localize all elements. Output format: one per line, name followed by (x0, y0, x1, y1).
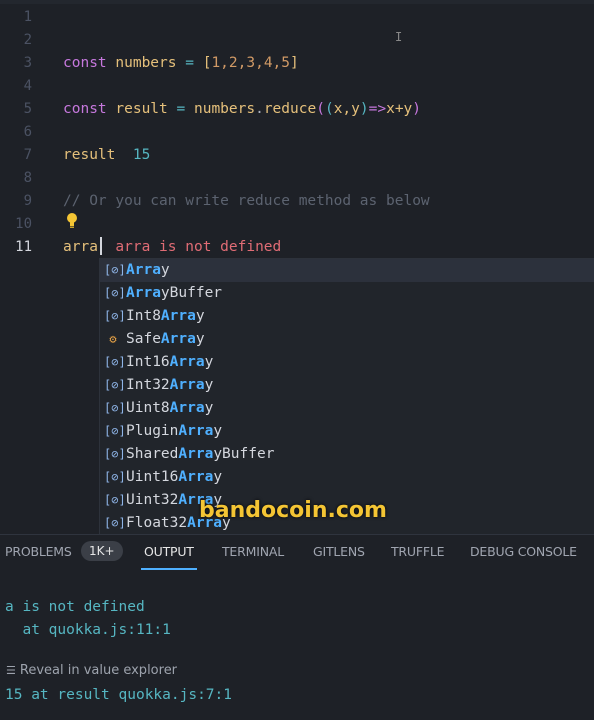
panel-tabs: PROBLEMS 1K+ OUTPUT TERMINAL GITLENS TRU… (0, 535, 594, 571)
variable-icon: [⊘] (104, 355, 126, 369)
tab-truffle[interactable]: TRUFFLE (391, 544, 445, 559)
suggestion-item[interactable]: [⊘]SharedArrayBuffer (100, 443, 594, 466)
variable-icon: [⊘] (104, 309, 126, 323)
line-number: 6 (23, 124, 32, 140)
output-line: at quokka.js:11:1 (5, 622, 171, 638)
variable-icon: [⊘] (104, 401, 126, 415)
suggestion-item[interactable]: [⊘]Int16Array (100, 351, 594, 374)
suggestion-item[interactable]: [⊘]PluginArray (100, 420, 594, 443)
output-line: 15 at result quokka.js:7:1 (5, 687, 233, 703)
paren: ( (324, 101, 334, 117)
method: reduce (263, 101, 317, 117)
suggestion-item[interactable]: [⊘]Int32Array (100, 374, 594, 397)
paren: ) (359, 101, 369, 117)
lightbulb-icon[interactable] (66, 212, 78, 228)
code-line-11[interactable]: arra arra is not defined (63, 237, 281, 257)
paren: ) (412, 101, 422, 117)
code-line-9[interactable]: // Or you can write reduce method as bel… (63, 191, 430, 211)
active-tab-indicator (141, 568, 197, 570)
line-number: 3 (23, 55, 32, 71)
inline-value: 15 (132, 147, 151, 163)
array-literal: 1,2,3,4,5 (211, 55, 291, 71)
suggestion-item[interactable]: ⚙ SafeArray (100, 328, 594, 351)
line-number: 7 (23, 147, 32, 163)
file-location-link[interactable]: quokka.js:7:1 (119, 687, 233, 703)
tab-terminal[interactable]: TERMINAL (222, 544, 284, 559)
text-caret (100, 237, 102, 255)
line-number: 2 (23, 32, 32, 48)
class-icon: ⚙ (109, 332, 117, 346)
identifier: result (115, 101, 168, 117)
inline-error: arra is not defined (115, 239, 282, 255)
variable-icon: [⊘] (104, 516, 126, 530)
identifier: numbers (193, 101, 256, 117)
reveal-in-value-explorer[interactable]: ☰ Reveal in value explorer (6, 663, 177, 678)
line-number: 9 (23, 193, 32, 209)
variable-icon: [⊘] (104, 447, 126, 461)
suggestion-item[interactable]: [⊘]ArrayBuffer (100, 282, 594, 305)
tab-output[interactable]: OUTPUT (144, 544, 194, 559)
tab-debug-console[interactable]: DEBUG CONSOLE (470, 544, 577, 559)
suggestion-item[interactable]: [⊘]Array (100, 259, 594, 282)
autocomplete-widget[interactable]: [⊘]Array [⊘]ArrayBuffer [⊘]Int8Array ⚙ Sa… (99, 258, 594, 534)
suggestion-item[interactable]: [⊘]Uint16Array (100, 466, 594, 489)
tab-gitlens[interactable]: GITLENS (313, 544, 365, 559)
bottom-panel: PROBLEMS 1K+ OUTPUT TERMINAL GITLENS TRU… (0, 534, 594, 720)
variable-icon: [⊘] (104, 424, 126, 438)
suggestion-item[interactable]: [⊘]Int8Array (100, 305, 594, 328)
dot: . (255, 101, 264, 117)
arrow: => (368, 101, 387, 117)
editor-top-border (0, 0, 594, 4)
identifier: result (63, 147, 116, 163)
paren: ( (316, 101, 325, 117)
output-line: a is not defined (5, 599, 145, 615)
line-number: 8 (23, 170, 32, 186)
line-number: 5 (23, 101, 32, 117)
keyword: const (63, 101, 107, 117)
variable-icon: [⊘] (104, 286, 126, 300)
variable-icon: [⊘] (104, 263, 126, 277)
variable-icon: [⊘] (104, 470, 126, 484)
line-number: 4 (23, 78, 32, 94)
mouse-cursor-icon: I (395, 30, 403, 44)
variable-icon: [⊘] (104, 378, 126, 392)
tab-problems[interactable]: PROBLEMS (5, 544, 72, 559)
expression: x+y (386, 101, 413, 117)
params: x,y (333, 101, 360, 117)
line-number: 10 (15, 216, 32, 232)
typed-text: arra (63, 239, 98, 255)
keyword: const (63, 55, 107, 71)
operator: = (176, 55, 203, 71)
line-number-active: 11 (15, 239, 32, 255)
operator: = (167, 101, 194, 117)
code-line-5[interactable]: const result = numbers.reduce((x,y)=>x+y… (63, 99, 421, 119)
line-number: 1 (23, 9, 32, 25)
code-line-7[interactable]: result 15 (63, 145, 150, 165)
variable-icon: [⊘] (104, 493, 126, 507)
identifier: numbers (115, 55, 177, 71)
code-line-3[interactable]: const numbers = [1,2,3,4,5] (63, 53, 299, 73)
bracket: ] (290, 55, 299, 71)
problems-count-badge: 1K+ (81, 541, 123, 561)
suggestion-item[interactable]: [⊘]Uint8Array (100, 397, 594, 420)
list-icon: ☰ (6, 664, 16, 677)
watermark: bandocoin.com (199, 498, 387, 523)
